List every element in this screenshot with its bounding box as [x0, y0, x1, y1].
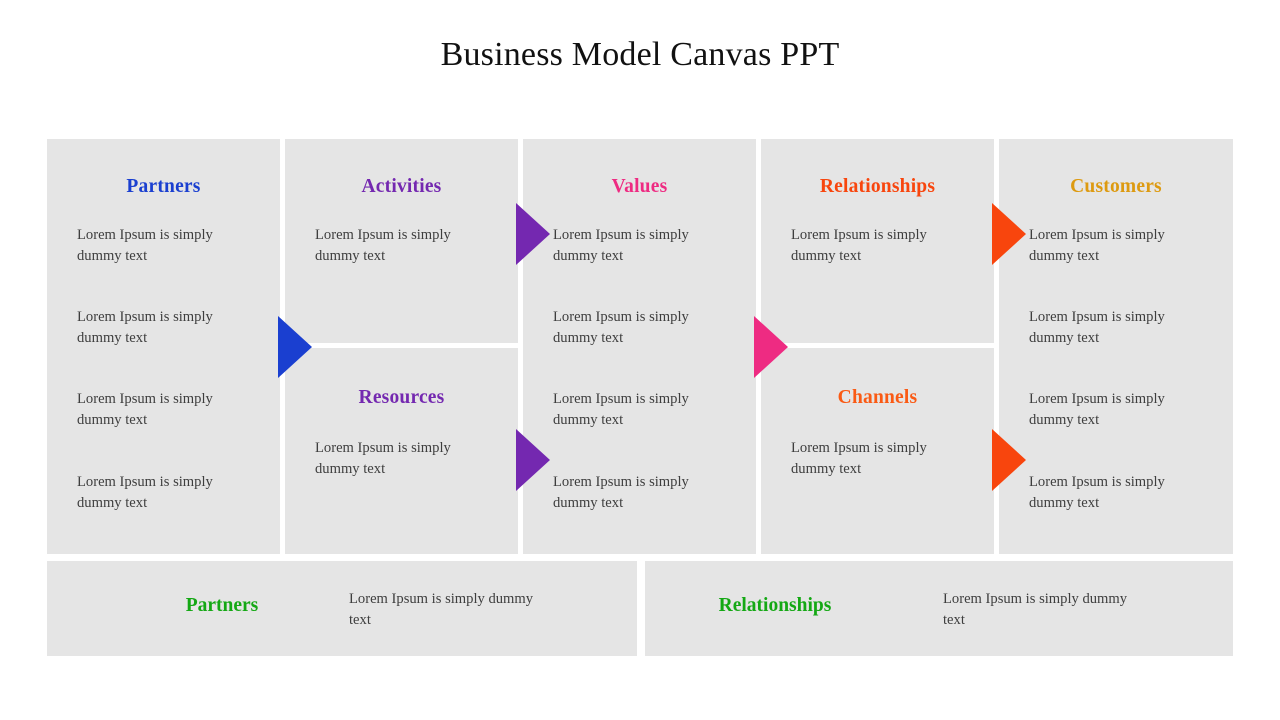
arrow-right-icon-activities-to-values — [516, 203, 550, 265]
panel-text-customers-3: Lorem Ipsum is simply dummy text — [1029, 391, 1165, 428]
panel-text-values-4: Lorem Ipsum is simply dummy text — [553, 474, 689, 511]
panel-text-customers-1: Lorem Ipsum is simply dummy text — [1029, 227, 1165, 264]
panel-text-resources-1: Lorem Ipsum is simply dummy text — [315, 440, 451, 477]
panel-title-partners: Partners — [126, 176, 201, 197]
bottom-bar-title-relationships: Relationships — [718, 595, 832, 616]
panel-text-channels-1: Lorem Ipsum is simply dummy text — [791, 440, 927, 477]
panel-title-activities: Activities — [361, 176, 442, 197]
bottom-bar-relationships[interactable]: Relationships Lorem Ipsum is simply dumm… — [645, 561, 1233, 656]
arrow-right-icon-values-to-relationships — [754, 316, 788, 378]
panel-text-partners-1: Lorem Ipsum is simply dummy text — [77, 227, 213, 264]
panel-text-partners-4: Lorem Ipsum is simply dummy text — [77, 474, 213, 511]
arrow-right-icon-partners-to-activities — [278, 316, 312, 378]
panel-title-resources: Resources — [358, 387, 445, 408]
bottom-bar-title-partners: Partners — [185, 595, 259, 616]
arrow-right-icon-channels-to-customers — [992, 429, 1026, 491]
panel-text-values-1: Lorem Ipsum is simply dummy text — [553, 227, 689, 264]
panel-partners[interactable]: Partners Lorem Ipsum is simply dummy tex… — [47, 139, 280, 554]
panel-text-partners-2: Lorem Ipsum is simply dummy text — [77, 309, 213, 346]
panel-text-customers-2: Lorem Ipsum is simply dummy text — [1029, 309, 1165, 346]
panel-text-values-3: Lorem Ipsum is simply dummy text — [553, 391, 689, 428]
page-title: Business Model Canvas PPT — [440, 36, 840, 73]
panel-resources[interactable]: Resources Lorem Ipsum is simply dummy te… — [285, 348, 518, 554]
panel-values[interactable]: Values Lorem Ipsum is simply dummy text … — [523, 139, 756, 554]
panel-text-relationships-1: Lorem Ipsum is simply dummy text — [791, 227, 927, 264]
panel-text-partners-3: Lorem Ipsum is simply dummy text — [77, 391, 213, 428]
panel-text-values-2: Lorem Ipsum is simply dummy text — [553, 309, 689, 346]
arrow-right-icon-resources-to-values — [516, 429, 550, 491]
panel-title-customers: Customers — [1070, 176, 1162, 197]
bottom-bar-partners[interactable]: Partners Lorem Ipsum is simply dummy tex… — [47, 561, 637, 656]
business-model-canvas-grid: Partners Lorem Ipsum is simply dummy tex… — [47, 139, 1233, 554]
slide-canvas: Business Model Canvas PPT Partners Lorem… — [0, 0, 1280, 720]
arrow-right-icon-relationships-to-customers — [992, 203, 1026, 265]
panel-customers[interactable]: Customers Lorem Ipsum is simply dummy te… — [999, 139, 1233, 554]
panel-relationships[interactable]: Relationships Lorem Ipsum is simply dumm… — [761, 139, 994, 343]
panel-text-customers-4: Lorem Ipsum is simply dummy text — [1029, 474, 1165, 511]
bottom-bar-text-partners: Lorem Ipsum is simply dummy text — [349, 591, 534, 628]
bottom-bar-text-relationships: Lorem Ipsum is simply dummy text — [943, 591, 1128, 628]
panel-title-values: Values — [611, 176, 668, 197]
panel-text-activities-1: Lorem Ipsum is simply dummy text — [315, 227, 451, 264]
panel-title-channels: Channels — [837, 387, 918, 408]
panel-activities[interactable]: Activities Lorem Ipsum is simply dummy t… — [285, 139, 518, 343]
panel-channels[interactable]: Channels Lorem Ipsum is simply dummy tex… — [761, 348, 994, 554]
panel-title-relationships: Relationships — [819, 176, 936, 197]
